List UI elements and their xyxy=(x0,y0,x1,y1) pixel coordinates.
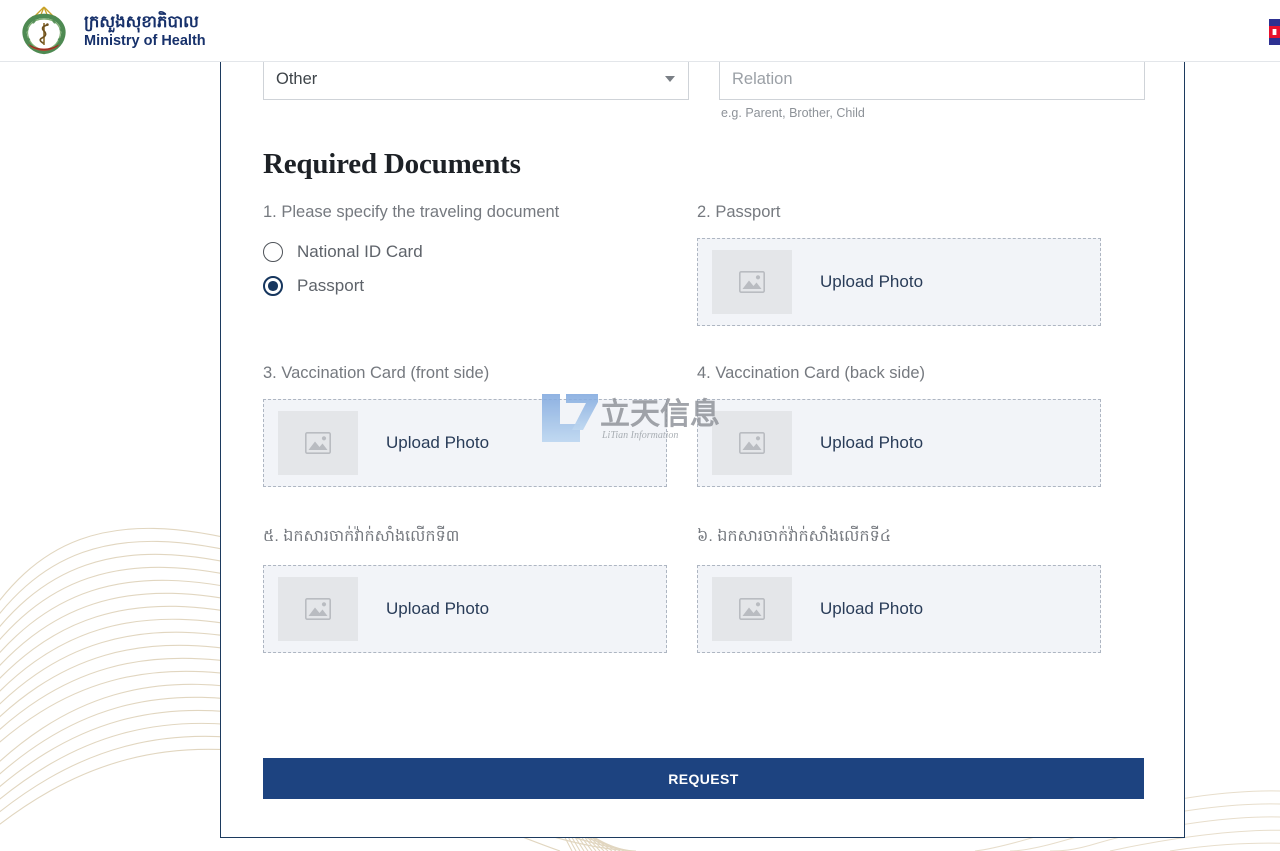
document-item-4: 4. Vaccination Card (back side) Upload P… xyxy=(697,364,1101,487)
image-placeholder-icon xyxy=(712,411,792,475)
document-4-label: 4. Vaccination Card (back side) xyxy=(697,364,926,382)
upload-dropzone-vaccination-front[interactable]: Upload Photo xyxy=(263,399,667,487)
cambodia-flag-icon[interactable] xyxy=(1269,19,1280,45)
relation-helper-text: e.g. Parent, Brother, Child xyxy=(721,106,865,120)
document-5-label: ៥. ឯកសារចាក់វ៉ាក់សាំងលើកទី៣ xyxy=(263,528,460,545)
document-item-1: 1. Please specify the traveling document… xyxy=(263,203,667,326)
radio-circle-selected-icon xyxy=(263,276,283,296)
image-placeholder-icon xyxy=(712,250,792,314)
brand-text: ក្រសួងសុខាភិបាល Ministry of Health xyxy=(84,12,206,50)
upload-label-vaccination-front: Upload Photo xyxy=(386,433,490,452)
relation-input-column: e.g. Parent, Brother, Child xyxy=(719,59,1145,120)
upload-label-dose-3: Upload Photo xyxy=(386,599,490,618)
brand-lockup: ក្រសួងសុខាភិបាល Ministry of Health xyxy=(16,3,206,59)
upload-dropzone-vaccination-back[interactable]: Upload Photo xyxy=(697,399,1101,487)
app-header: ក្រសួងសុខាភិបាល Ministry of Health xyxy=(0,0,1280,62)
brand-english-title: Ministry of Health xyxy=(84,33,206,50)
image-placeholder-icon xyxy=(278,411,358,475)
image-placeholder-icon xyxy=(278,577,358,641)
radio-label-national-id: National ID Card xyxy=(297,242,423,261)
traveling-document-radio-group: National ID Card Passport xyxy=(263,242,667,296)
request-form-card: Other e.g. Parent, Brother, Child Requir… xyxy=(220,53,1185,838)
document-3-label: 3. Vaccination Card (front side) xyxy=(263,364,490,382)
upload-dropzone-dose-4[interactable]: Upload Photo xyxy=(697,565,1101,653)
document-6-label: ៦. ឯកសារចាក់វ៉ាក់សាំងលើកទី៤ xyxy=(697,528,892,545)
documents-row-1: 1. Please specify the traveling document… xyxy=(263,203,1142,326)
document-item-5: ៥. ឯកសារចាក់វ៉ាក់សាំងលើកទី៣ Upload Photo xyxy=(263,525,667,653)
document-item-2: 2. Passport Upload Photo xyxy=(697,203,1101,326)
upload-label-passport: Upload Photo xyxy=(820,272,924,291)
relationship-select-wrapper[interactable]: Other xyxy=(263,59,689,100)
radio-circle-icon xyxy=(263,242,283,262)
upload-label-vaccination-back: Upload Photo xyxy=(820,433,924,452)
documents-grid: 1. Please specify the traveling document… xyxy=(263,203,1142,653)
radio-label-passport: Passport xyxy=(297,276,365,295)
relation-input[interactable] xyxy=(719,59,1145,100)
relationship-select[interactable]: Other xyxy=(263,59,689,100)
document-item-3: 3. Vaccination Card (front side) Upload … xyxy=(263,364,667,487)
brand-khmer-title: ក្រសួងសុខាភិបាល xyxy=(84,12,199,31)
upload-label-dose-4: Upload Photo xyxy=(820,599,924,618)
image-placeholder-icon xyxy=(712,577,792,641)
upload-dropzone-passport[interactable]: Upload Photo xyxy=(697,238,1101,326)
upload-dropzone-dose-3[interactable]: Upload Photo xyxy=(263,565,667,653)
page-title: Required Documents xyxy=(263,148,521,180)
document-item-6: ៦. ឯកសារចាក់វ៉ាក់សាំងលើកទី៤ Upload Photo xyxy=(697,525,1101,653)
documents-row-3: ៥. ឯកសារចាក់វ៉ាក់សាំងលើកទី៣ Upload Photo xyxy=(263,525,1142,653)
radio-option-national-id[interactable]: National ID Card xyxy=(263,242,667,262)
document-2-label: 2. Passport xyxy=(697,203,781,221)
documents-row-2: 3. Vaccination Card (front side) Upload … xyxy=(263,364,1142,487)
radio-option-passport[interactable]: Passport xyxy=(263,276,667,296)
relationship-select-column: Other xyxy=(263,59,689,120)
document-1-label: 1. Please specify the traveling document xyxy=(263,203,560,221)
relationship-row: Other e.g. Parent, Brother, Child xyxy=(263,53,1145,120)
ministry-of-health-emblem-icon xyxy=(16,3,72,59)
header-right-controls xyxy=(1269,19,1280,45)
request-button[interactable]: REQUEST xyxy=(263,758,1144,799)
